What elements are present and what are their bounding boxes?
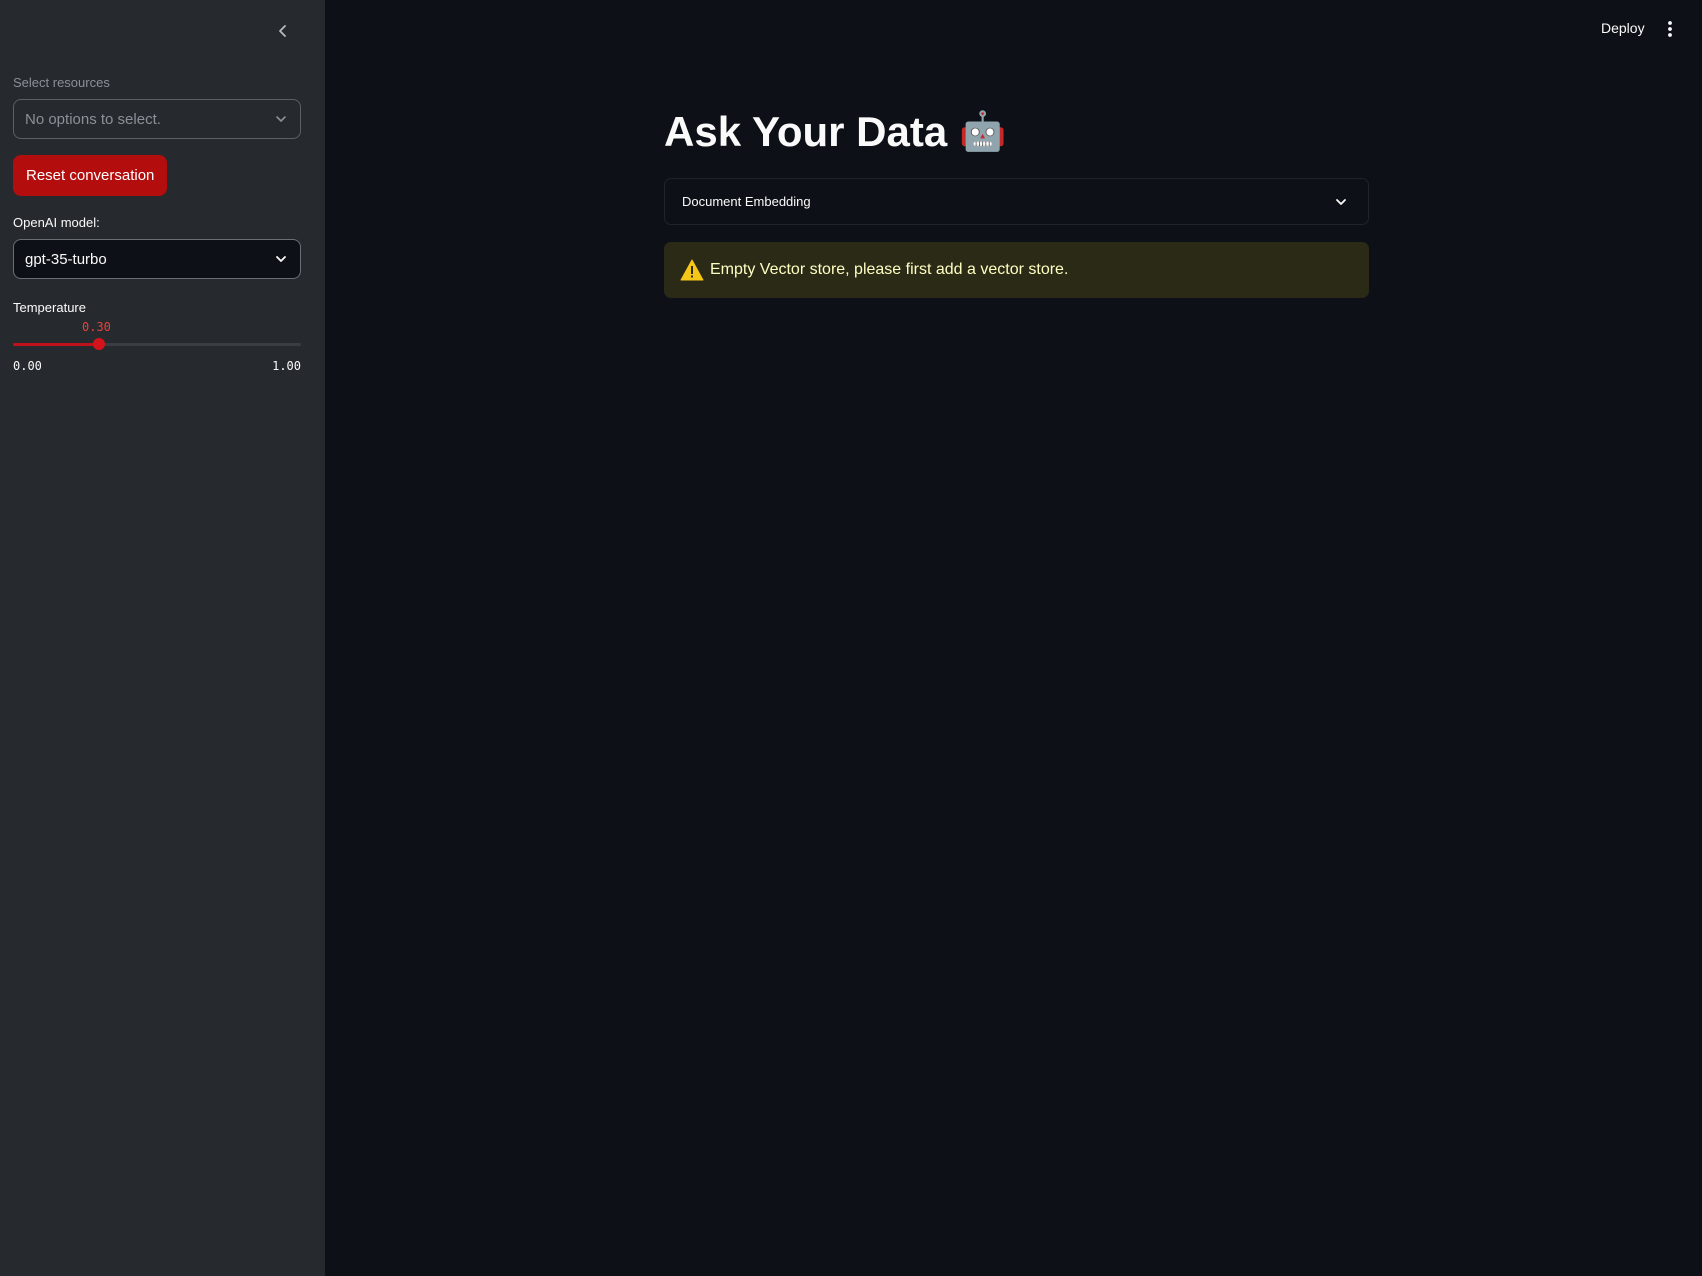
model-value: gpt-35-turbo (25, 250, 107, 268)
temperature-label: Temperature (13, 300, 86, 315)
warning-alert: Empty Vector store, please first add a v… (664, 242, 1369, 298)
document-embedding-expander[interactable]: Document Embedding (664, 178, 1369, 225)
resources-placeholder: No options to select. (25, 110, 161, 128)
slider-min-label: 0.00 (13, 359, 42, 373)
slider-fill (13, 343, 100, 346)
temperature-slider[interactable] (13, 338, 301, 350)
page-title: Ask Your Data 🤖 (664, 108, 1007, 156)
page-title-text: Ask Your Data (664, 108, 948, 155)
expander-label: Document Embedding (682, 194, 811, 209)
main-menu-button[interactable] (1664, 18, 1676, 40)
kebab-menu-icon (1668, 21, 1672, 37)
model-select[interactable]: gpt-35-turbo (13, 239, 301, 279)
resources-label: Select resources (13, 75, 110, 90)
reset-conversation-button[interactable]: Reset conversation (13, 155, 168, 196)
collapse-sidebar-button[interactable] (270, 18, 296, 44)
chevron-down-icon (276, 256, 286, 262)
resources-select[interactable]: No options to select. (13, 99, 301, 139)
sidebar: Select resources No options to select. R… (0, 0, 325, 1276)
chevron-down-icon (1336, 198, 1346, 205)
chevron-down-icon (276, 116, 286, 122)
chevron-left-icon (279, 25, 286, 37)
slider-max-label: 1.00 (272, 359, 301, 373)
temperature-value: 0.30 (82, 320, 111, 334)
deploy-button[interactable]: Deploy (1601, 20, 1645, 36)
warning-text: Empty Vector store, please first add a v… (710, 261, 1069, 278)
warning-icon (680, 259, 704, 281)
model-label: OpenAI model: (13, 215, 100, 230)
robot-icon: 🤖 (959, 111, 1007, 153)
slider-thumb[interactable] (93, 338, 106, 350)
